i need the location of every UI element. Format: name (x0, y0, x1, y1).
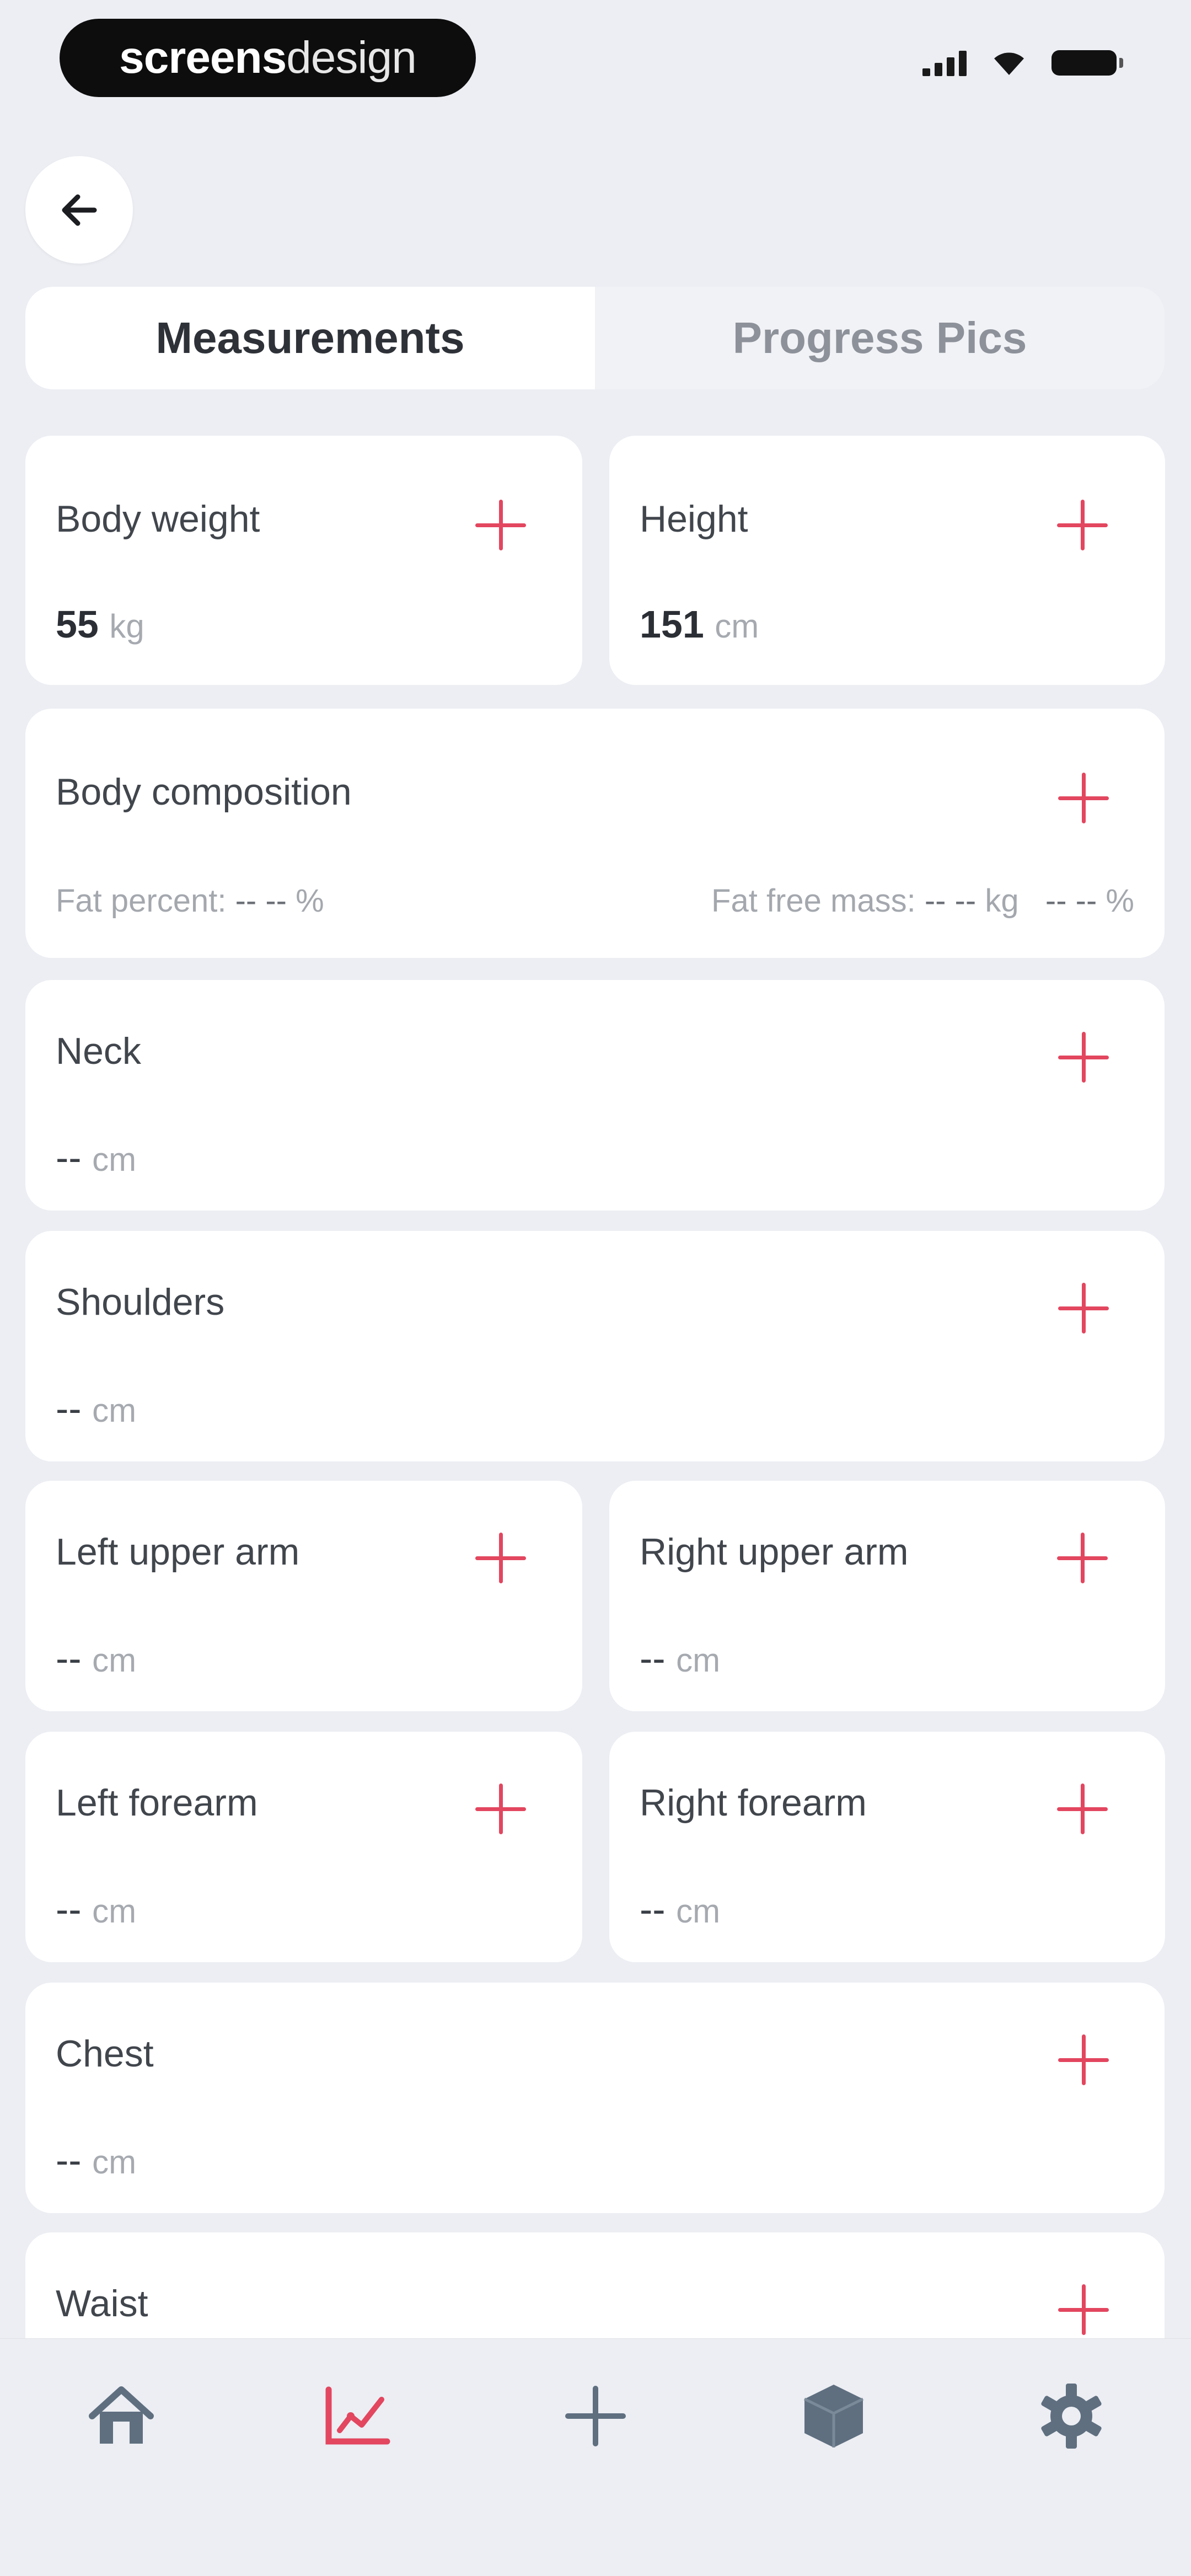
value-unit: cm (92, 1893, 137, 1930)
fat-free-mass-unit: kg (985, 883, 1019, 919)
home-icon (89, 2386, 154, 2444)
value-number: -- (56, 1387, 82, 1430)
status-bar: screens design (0, 0, 1191, 121)
value-number: -- (56, 1888, 82, 1931)
card-label: Right forearm (640, 1782, 867, 1824)
value-unit: cm (92, 1392, 137, 1429)
settings-gear-icon (1041, 2384, 1102, 2449)
fat-free-mass-label: Fat free mass: (711, 883, 916, 919)
value-unit: cm (92, 2144, 137, 2181)
card-left-upper-arm[interactable]: Left upper arm -- cm (25, 1481, 582, 1711)
card-value: 55 kg (56, 602, 144, 646)
add-body-weight-icon[interactable] (475, 500, 526, 550)
card-label: Chest (56, 2033, 154, 2075)
card-height[interactable]: Height 151 cm (609, 436, 1165, 685)
tab-progress-pics[interactable]: Progress Pics (595, 287, 1165, 389)
nav-add[interactable] (554, 2375, 637, 2457)
card-label: Left forearm (56, 1782, 258, 1824)
brand-logo: screens design (60, 19, 476, 97)
value-number: 55 (56, 603, 99, 646)
value-unit: cm (676, 1642, 721, 1679)
card-right-upper-arm[interactable]: Right upper arm -- cm (609, 1481, 1165, 1711)
card-value: -- cm (640, 1636, 720, 1680)
nav-workouts[interactable] (792, 2375, 875, 2457)
brand-logo-rest: design (286, 33, 417, 83)
card-label: Waist (56, 2283, 148, 2325)
progress-chart-icon (325, 2386, 390, 2445)
bottom-nav (0, 2338, 1191, 2576)
value-unit: cm (92, 1141, 137, 1178)
add-left-upper-arm-icon[interactable] (475, 1533, 526, 1583)
card-value: -- cm (56, 1636, 136, 1680)
card-label: Left upper arm (56, 1531, 300, 1573)
add-shoulders-icon[interactable] (1058, 1283, 1109, 1333)
card-label: Right upper arm (640, 1531, 909, 1573)
segmented-tabs: Measurements Progress Pics (25, 287, 1165, 389)
card-chest[interactable]: Chest -- cm (25, 1983, 1165, 2213)
value-number: -- (56, 1637, 82, 1680)
add-icon (565, 2386, 626, 2446)
nav-settings[interactable] (1030, 2375, 1113, 2457)
value-number: 151 (640, 603, 704, 646)
card-value: -- cm (56, 2138, 136, 2182)
value-unit: cm (676, 1893, 721, 1930)
card-body-weight[interactable]: Body weight 55 kg (25, 436, 582, 685)
add-left-forearm-icon[interactable] (475, 1784, 526, 1834)
card-body-composition[interactable]: Body composition Fat percent: -- -- % Fa… (25, 709, 1165, 958)
card-label: Neck (56, 1030, 141, 1072)
value-unit: cm (715, 608, 759, 645)
fat-percent-value: -- -- (235, 883, 287, 919)
nav-home[interactable] (80, 2375, 163, 2457)
add-waist-icon[interactable] (1058, 2284, 1109, 2335)
add-neck-icon[interactable] (1058, 1032, 1109, 1083)
card-waist[interactable]: Waist (25, 2232, 1165, 2338)
value-number: -- (640, 1637, 666, 1680)
card-label: Shoulders (56, 1281, 225, 1323)
card-left-forearm[interactable]: Left forearm -- cm (25, 1732, 582, 1962)
measurements-list: Body weight 55 kg Height 151 cm Body com… (0, 430, 1191, 2338)
wifi-icon (994, 52, 1024, 75)
fat-percent-label: Fat percent: (56, 883, 227, 919)
card-label: Body composition (56, 771, 352, 813)
fat-percent-unit: % (296, 883, 324, 919)
fat-free-percent-value: -- -- (1045, 883, 1097, 919)
value-unit: kg (109, 608, 144, 645)
value-unit: cm (92, 1642, 137, 1679)
card-right-forearm[interactable]: Right forearm -- cm (609, 1732, 1165, 1962)
fat-free-mass-value: -- -- (924, 883, 977, 919)
arrow-left-icon (62, 194, 96, 226)
card-label: Height (640, 498, 748, 540)
card-label: Body weight (56, 498, 260, 540)
fat-percent-text: Fat percent: -- -- % (56, 882, 324, 919)
status-icons (922, 50, 1123, 76)
nav-progress[interactable] (314, 2375, 397, 2457)
cube-icon (803, 2385, 864, 2448)
card-shoulders[interactable]: Shoulders -- cm (25, 1231, 1165, 1461)
add-right-forearm-icon[interactable] (1057, 1784, 1108, 1834)
back-button[interactable] (25, 156, 133, 264)
value-number: -- (56, 2139, 82, 2182)
signal-icon (922, 50, 967, 76)
fat-free-percent-unit: % (1106, 883, 1134, 919)
tab-measurements[interactable]: Measurements (25, 287, 595, 389)
add-body-composition-icon[interactable] (1058, 773, 1109, 823)
card-value: -- cm (640, 1887, 720, 1931)
card-value: 151 cm (640, 602, 759, 646)
add-height-icon[interactable] (1057, 500, 1108, 550)
card-value: -- cm (56, 1887, 136, 1931)
card-value: -- cm (56, 1386, 136, 1431)
value-number: -- (640, 1888, 666, 1931)
add-chest-icon[interactable] (1058, 2034, 1109, 2085)
fat-free-mass-text: Fat free mass: -- -- kg -- -- % (711, 882, 1134, 919)
card-neck[interactable]: Neck -- cm (25, 980, 1165, 1211)
value-number: -- (56, 1136, 82, 1179)
add-right-upper-arm-icon[interactable] (1057, 1533, 1108, 1583)
battery-icon (1051, 50, 1123, 76)
card-value: -- cm (56, 1136, 136, 1180)
brand-logo-bold: screens (119, 33, 287, 83)
